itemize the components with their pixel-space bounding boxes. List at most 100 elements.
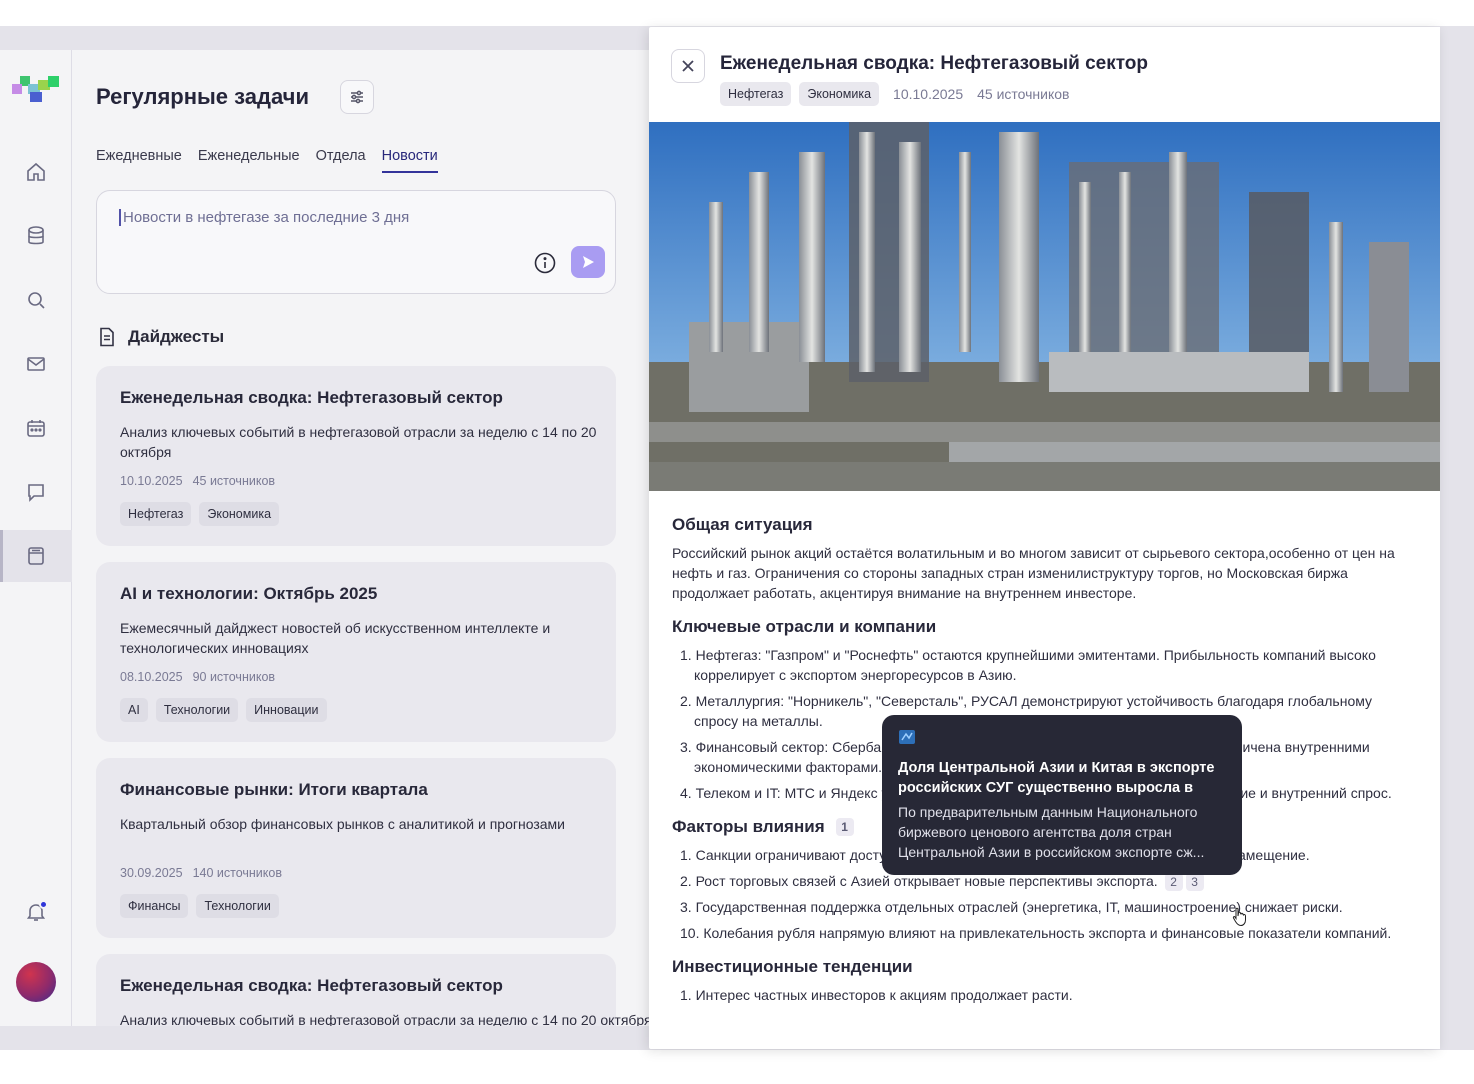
- card-sources: 45 источников: [192, 474, 276, 488]
- card-description: Ежемесячный дайджест новостей об искусст…: [120, 620, 551, 656]
- card-sources: 140 источников: [192, 866, 282, 880]
- nav-calendar[interactable]: [0, 402, 72, 454]
- section-heading-text: Инвестиционные тенденции: [672, 957, 913, 976]
- send-button[interactable]: [571, 246, 605, 278]
- digest-card[interactable]: Еженедельная сводка: Нефтегазовый сектор…: [96, 954, 650, 1026]
- digests-title: Дайджесты: [128, 327, 225, 346]
- nav-chat[interactable]: [0, 466, 72, 518]
- tag[interactable]: Финансы: [120, 894, 189, 918]
- nav-home[interactable]: [0, 146, 72, 198]
- tooltip-body: По предварительным данным Национального …: [898, 804, 1205, 860]
- panel-date: 10.10.2025: [893, 86, 964, 102]
- list-text: Рост торговых связей с Азией открывает н…: [695, 873, 1158, 889]
- digest-detail-panel: Еженедельная сводка: Нефтегазовый сектор…: [649, 27, 1440, 1049]
- nav-database[interactable]: [0, 210, 72, 262]
- digest-card[interactable]: Еженедельная сводка: Нефтегазовый сектор…: [96, 366, 616, 546]
- tag[interactable]: AI: [120, 698, 148, 722]
- list-number: 3.: [680, 899, 692, 915]
- tag[interactable]: Инновации: [246, 698, 327, 722]
- digest-card[interactable]: Финансовые рынки: Итоги квартала Квартал…: [96, 758, 616, 938]
- tag[interactable]: Экономика: [199, 502, 280, 526]
- document-icon: [100, 327, 114, 347]
- citation-badge[interactable]: 1: [835, 818, 854, 836]
- tag[interactable]: Технологии: [155, 698, 239, 722]
- mouse-cursor-icon: [1232, 907, 1246, 927]
- digest-card[interactable]: AI и технологии: Октябрь 2025 Ежемесячны…: [96, 562, 616, 742]
- list-number: 1.: [680, 647, 692, 663]
- tab-department[interactable]: Отдела: [316, 148, 366, 173]
- panel-sources: 45 источников: [977, 86, 1070, 102]
- task-tabs: Ежедневные Еженедельные Отдела Новости: [96, 148, 438, 173]
- card-date: 30.09.2025: [120, 866, 183, 880]
- info-button[interactable]: [533, 251, 557, 275]
- card-sources: 90 источников: [192, 670, 276, 684]
- source-favicon-icon: [899, 730, 915, 744]
- card-title: Еженедельная сводка: Нефтегазовый сектор: [120, 388, 503, 407]
- home-icon: [27, 162, 45, 181]
- citation-badge[interactable]: 3: [1185, 873, 1204, 891]
- tab-daily[interactable]: Ежедневные: [96, 148, 182, 173]
- section-heading-text: Общая ситуация: [672, 515, 813, 534]
- card-meta: 08.10.2025 90 источников: [120, 670, 275, 684]
- tag[interactable]: Технологии: [196, 894, 279, 918]
- sliders-icon: [351, 90, 363, 104]
- section-heading: Общая ситуация: [672, 515, 1420, 535]
- hero-image: [649, 122, 1440, 491]
- search-icon: [28, 292, 45, 309]
- tooltip-title: Доля Центральной Азии и Китая в экспорте…: [898, 760, 1215, 796]
- page-title: Регулярные задачи: [96, 84, 309, 109]
- list-text: Нефтегаз: "Газпром" и "Роснефть" остаютс…: [694, 647, 1376, 683]
- card-tags: Финансы Технологии: [120, 894, 279, 918]
- database-icon: [28, 226, 44, 245]
- card-tags: AI Технологии Инновации: [120, 698, 327, 722]
- calendar-icon: [27, 420, 45, 437]
- list-number: 2.: [680, 693, 692, 709]
- tag[interactable]: Нефтегаз: [120, 502, 192, 526]
- card-description: Квартальный обзор финансовых рынков с ан…: [120, 816, 565, 832]
- notifications-button[interactable]: [0, 886, 72, 938]
- close-button[interactable]: [671, 49, 705, 83]
- list-number: 3.: [680, 739, 692, 755]
- sidebar: [0, 50, 72, 1026]
- citation-badge[interactable]: 2: [1164, 873, 1183, 891]
- card-date: 08.10.2025: [120, 670, 183, 684]
- prompt-input[interactable]: [119, 209, 589, 226]
- section-heading-text: Факторы влияния: [672, 817, 825, 836]
- filter-settings-button[interactable]: [340, 80, 374, 114]
- nav-archive[interactable]: [0, 530, 72, 582]
- nav-mail[interactable]: [0, 338, 72, 390]
- close-icon: [682, 60, 694, 72]
- mail-icon: [27, 357, 45, 371]
- card-date: 10.10.2025: [120, 474, 183, 488]
- prompt-box: [96, 190, 616, 294]
- send-icon: [583, 256, 594, 268]
- main-content: Регулярные задачи Ежедневные Еженедельны…: [72, 50, 650, 1026]
- card-title: AI и технологии: Октябрь 2025: [120, 584, 378, 603]
- section-heading: Ключевые отрасли и компании: [672, 617, 1420, 637]
- section-heading: Инвестиционные тенденции: [672, 957, 1420, 977]
- panel-meta: Нефтегаз Экономика 10.10.2025 45 источни…: [720, 82, 1069, 106]
- card-title: Финансовые рынки: Итоги квартала: [120, 780, 428, 799]
- nav-search[interactable]: [0, 274, 72, 326]
- chat-icon: [28, 484, 44, 502]
- archive-icon: [28, 547, 44, 565]
- list-item: 10. Колебания рубля напрямую влияют на п…: [672, 923, 1420, 943]
- list-number: 10.: [680, 925, 700, 941]
- tab-weekly[interactable]: Еженедельные: [198, 148, 300, 173]
- info-icon: [534, 252, 556, 274]
- avatar[interactable]: [16, 962, 56, 1002]
- card-meta: 30.09.2025 140 источников: [120, 866, 282, 880]
- tab-news[interactable]: Новости: [381, 148, 438, 173]
- card-description: Анализ ключевых событий в нефтегазовой о…: [120, 1012, 650, 1026]
- tag[interactable]: Нефтегаз: [720, 82, 792, 106]
- tag[interactable]: Экономика: [799, 82, 880, 106]
- list-item: 1. Интерес частных инвесторов к акциям п…: [672, 985, 1420, 1005]
- paragraph: Российский рынок акций остаётся волатиль…: [672, 545, 1395, 601]
- card-tags: Нефтегаз Экономика: [120, 502, 280, 526]
- card-title: Еженедельная сводка: Нефтегазовый сектор: [120, 976, 503, 995]
- card-description: Анализ ключевых событий в нефтегазовой о…: [120, 424, 597, 460]
- digests-header: Дайджесты: [96, 326, 224, 348]
- list-number: 4.: [680, 785, 692, 801]
- citation-tooltip[interactable]: Доля Центральной Азии и Китая в экспорте…: [882, 715, 1242, 875]
- card-meta: 10.10.2025 45 источников: [120, 474, 275, 488]
